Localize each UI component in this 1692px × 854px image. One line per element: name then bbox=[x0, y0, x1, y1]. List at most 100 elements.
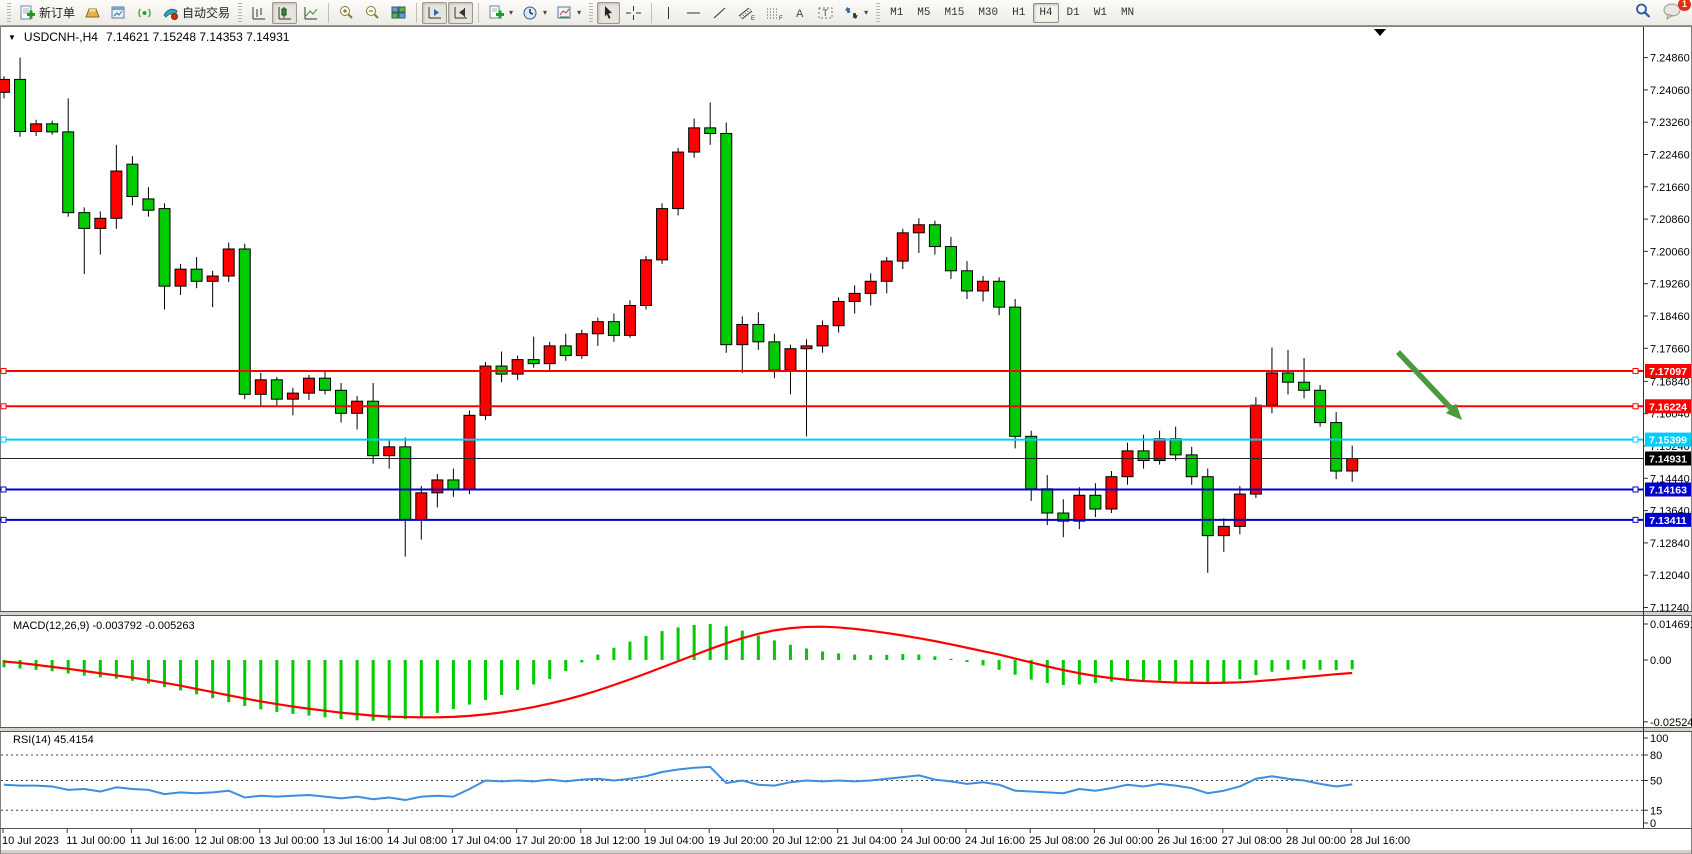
svg-text:11 Jul 00:00: 11 Jul 00:00 bbox=[66, 835, 125, 847]
candle bbox=[1202, 477, 1213, 536]
trading-terminal-window: 新订单 自动交易 bbox=[0, 0, 1692, 854]
candle bbox=[1234, 494, 1245, 526]
candle bbox=[897, 233, 908, 261]
svg-text:80: 80 bbox=[1650, 750, 1662, 762]
candle bbox=[464, 415, 475, 490]
svg-text:7.20060: 7.20060 bbox=[1650, 246, 1690, 258]
candle bbox=[994, 281, 1005, 307]
candle bbox=[239, 249, 250, 394]
candle bbox=[127, 164, 138, 196]
svg-text:7.15399: 7.15399 bbox=[1649, 435, 1687, 447]
candle bbox=[945, 247, 956, 271]
chart-canvas[interactable]: 7.248607.240607.232607.224607.216607.208… bbox=[0, 0, 1692, 854]
candle bbox=[1138, 451, 1149, 461]
candle bbox=[1347, 458, 1358, 471]
svg-text:7.16840: 7.16840 bbox=[1650, 376, 1690, 388]
chart-title[interactable]: ▼ USDCNH-,H4 7.14621 7.15248 7.14353 7.1… bbox=[8, 30, 289, 44]
candle bbox=[15, 79, 26, 131]
svg-text:21 Jul 04:00: 21 Jul 04:00 bbox=[837, 835, 897, 847]
candle bbox=[1299, 382, 1310, 390]
candle bbox=[881, 261, 892, 281]
macd-label: MACD(12,26,9) -0.003792 -0.005263 bbox=[13, 620, 195, 632]
candle bbox=[689, 128, 700, 152]
symbol-label: USDCNH-,H4 bbox=[24, 30, 98, 44]
candle bbox=[849, 293, 860, 301]
line-handle[interactable] bbox=[1633, 369, 1638, 374]
svg-text:11 Jul 16:00: 11 Jul 16:00 bbox=[130, 835, 189, 847]
candle bbox=[175, 269, 186, 286]
candle bbox=[1170, 439, 1181, 455]
svg-text:25 Jul 08:00: 25 Jul 08:00 bbox=[1029, 835, 1089, 847]
line-handle[interactable] bbox=[1, 404, 6, 409]
candle bbox=[528, 360, 539, 364]
candle bbox=[833, 301, 844, 325]
svg-text:7.13411: 7.13411 bbox=[1649, 515, 1687, 527]
svg-text:28 Jul 16:00: 28 Jul 16:00 bbox=[1350, 835, 1410, 847]
rsi-label: RSI(14) 45.4154 bbox=[13, 734, 94, 746]
candle bbox=[865, 281, 876, 293]
candle bbox=[1250, 405, 1261, 494]
candle bbox=[0, 79, 10, 92]
svg-text:13 Jul 16:00: 13 Jul 16:00 bbox=[323, 835, 383, 847]
svg-text:26 Jul 00:00: 26 Jul 00:00 bbox=[1093, 835, 1153, 847]
svg-text:7.17097: 7.17097 bbox=[1649, 366, 1687, 378]
candle bbox=[785, 349, 796, 370]
line-handle[interactable] bbox=[1, 369, 6, 374]
line-handle[interactable] bbox=[1, 487, 6, 492]
candle bbox=[1074, 495, 1085, 521]
svg-text:28 Jul 00:00: 28 Jul 00:00 bbox=[1286, 835, 1346, 847]
candle bbox=[79, 213, 90, 229]
candle bbox=[111, 171, 122, 218]
symbol-dropdown-icon[interactable]: ▼ bbox=[8, 33, 16, 42]
svg-text:0.00: 0.00 bbox=[1650, 655, 1671, 667]
candle bbox=[320, 378, 331, 390]
svg-text:27 Jul 08:00: 27 Jul 08:00 bbox=[1222, 835, 1282, 847]
svg-text:24 Jul 16:00: 24 Jul 16:00 bbox=[965, 835, 1025, 847]
svg-text:19 Jul 04:00: 19 Jul 04:00 bbox=[644, 835, 704, 847]
svg-text:13 Jul 00:00: 13 Jul 00:00 bbox=[259, 835, 319, 847]
candle bbox=[191, 269, 202, 281]
candle bbox=[1266, 373, 1277, 405]
candle bbox=[929, 225, 940, 247]
svg-text:17 Jul 04:00: 17 Jul 04:00 bbox=[451, 835, 511, 847]
candle bbox=[705, 128, 716, 134]
svg-text:14 Jul 08:00: 14 Jul 08:00 bbox=[387, 835, 447, 847]
line-handle[interactable] bbox=[1, 517, 6, 522]
svg-text:7.24060: 7.24060 bbox=[1650, 85, 1690, 97]
candle bbox=[1283, 373, 1294, 382]
svg-text:100: 100 bbox=[1650, 733, 1668, 745]
svg-text:7.11240: 7.11240 bbox=[1650, 603, 1689, 615]
candle bbox=[1106, 477, 1117, 509]
candle bbox=[368, 401, 379, 456]
candle bbox=[400, 447, 411, 520]
line-handle[interactable] bbox=[1633, 437, 1638, 442]
candle bbox=[1090, 495, 1101, 509]
candle bbox=[159, 209, 170, 287]
candle bbox=[303, 378, 314, 393]
svg-text:17 Jul 20:00: 17 Jul 20:00 bbox=[516, 835, 576, 847]
candle bbox=[978, 281, 989, 291]
candle bbox=[560, 346, 571, 356]
candle bbox=[817, 326, 828, 346]
candle bbox=[737, 324, 748, 344]
line-handle[interactable] bbox=[1633, 517, 1638, 522]
line-handle[interactable] bbox=[1633, 404, 1638, 409]
candle bbox=[95, 218, 106, 228]
candle bbox=[801, 346, 812, 349]
candle bbox=[1042, 489, 1053, 513]
svg-text:10 Jul 2023: 10 Jul 2023 bbox=[2, 835, 59, 847]
svg-text:7.22460: 7.22460 bbox=[1650, 150, 1690, 162]
candle bbox=[287, 393, 298, 399]
svg-text:0.014691: 0.014691 bbox=[1650, 619, 1692, 631]
candle bbox=[673, 152, 684, 209]
svg-text:7.17660: 7.17660 bbox=[1650, 343, 1690, 355]
candle bbox=[432, 480, 443, 493]
svg-text:24 Jul 00:00: 24 Jul 00:00 bbox=[901, 835, 961, 847]
candle bbox=[384, 447, 395, 456]
svg-text:7.20860: 7.20860 bbox=[1650, 214, 1690, 226]
line-handle[interactable] bbox=[1633, 487, 1638, 492]
line-handle[interactable] bbox=[1, 437, 6, 442]
svg-text:7.14163: 7.14163 bbox=[1649, 484, 1687, 496]
svg-text:7.12840: 7.12840 bbox=[1650, 538, 1690, 550]
svg-text:50: 50 bbox=[1650, 776, 1662, 788]
